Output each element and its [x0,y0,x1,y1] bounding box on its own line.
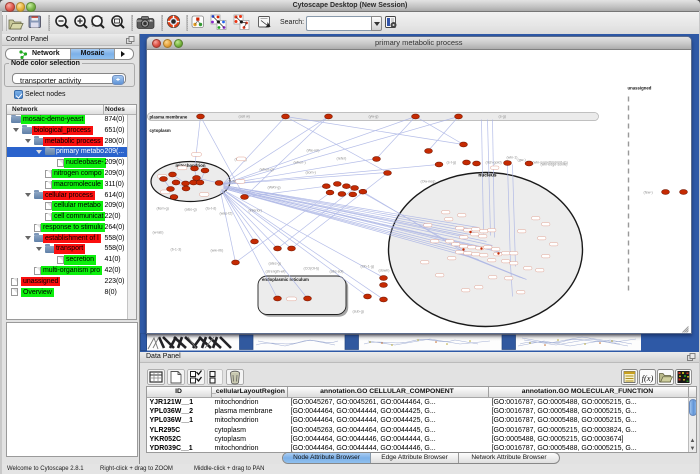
svg-text:(interior): (interior) [248,208,261,212]
svg-text:(b-1-3): (b-1-3) [170,247,181,251]
svg-text:(cell w): (cell w) [238,114,249,118]
svg-text:(Oh-1-g): (Oh-1-g) [360,264,374,268]
svg-text:(item-g): (item-g) [156,206,168,210]
svg-text:f(x): f(x) [642,373,654,383]
svg-text:nucleus: nucleus [478,172,496,178]
svg-text:(yw-g): (yw-g) [368,114,378,118]
svg-text:(gw-): (gw-) [517,158,525,162]
svg-text:(sub-g): (sub-g) [352,309,363,313]
svg-text:(abc-sol): (abc-sol) [329,269,343,273]
svg-text:(atec-g): (atec-g) [268,261,280,265]
svg-text:(strength-wi): (strength-wi) [265,269,285,273]
svg-text:(down): (down) [378,268,389,272]
svg-text:(rich-gold): (rich-gold) [485,160,501,164]
svg-text:(win-1): (win-1) [506,155,517,159]
svg-text:(Ow-neg): (Ow-neg) [420,179,435,183]
svg-text:(also-g): (also-g) [184,207,196,211]
svg-text:(s-g): (s-g) [498,114,505,118]
svg-text:(to-t-d): (to-t-d) [205,206,216,210]
svg-text:(refer): (refer) [336,156,346,160]
svg-text:(CO(OH)): (CO(OH)) [303,266,319,270]
svg-text:unassigned: unassigned [627,85,651,90]
svg-text:(when-): (when-) [293,160,305,164]
svg-text:(We-rel): (We-rel) [306,148,319,152]
svg-text:(when-g): (when-g) [259,167,273,171]
svg-text:plasma membrane: plasma membrane [149,114,187,119]
svg-text:(ww-rib): (ww-rib) [210,248,223,252]
svg-text:(was-t2): (was-t2) [219,211,232,215]
svg-text:endoplasmic reticulum: endoplasmic reticulum [262,277,309,282]
svg-text:(w-lab): (w-lab) [152,230,163,234]
svg-text:(few-): (few-) [643,190,652,194]
svg-text:cytoplasm: cytoplasm [149,128,170,133]
svg-text:(som-): (som-) [305,170,315,174]
svg-text:(s-t-g): (s-t-g) [446,160,456,164]
svg-text:(WAY-g): (WAY-g) [267,185,280,189]
svg-text:(win-edge-some): (win-edge-some) [540,162,567,166]
